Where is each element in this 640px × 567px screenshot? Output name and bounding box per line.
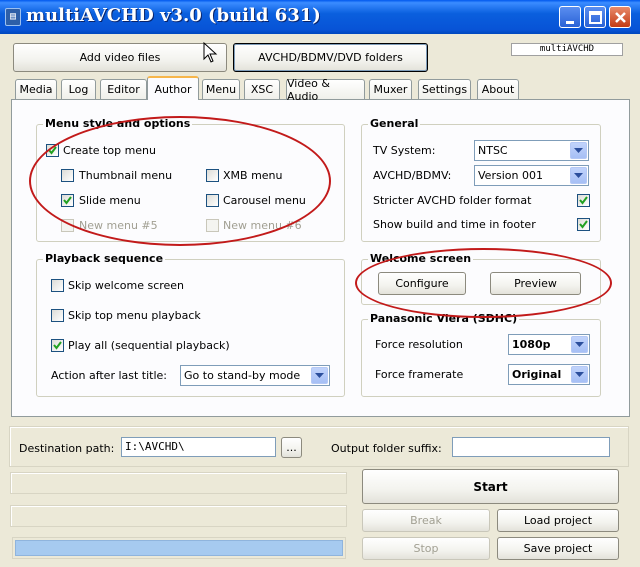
- tab-muxer[interactable]: Muxer: [369, 79, 412, 99]
- panasonic-viera-group: Panasonic Viera (SDHC): [361, 312, 601, 397]
- action-after-select[interactable]: Go to stand-by mode: [180, 365, 330, 386]
- film-icon[interactable]: ▤: [5, 8, 21, 26]
- tab-xsc[interactable]: XSC: [244, 79, 280, 99]
- break-button[interactable]: Break: [362, 509, 490, 532]
- avchd-bdmv-select[interactable]: Version 001: [474, 165, 589, 186]
- tv-system-value: NTSC: [478, 144, 508, 157]
- stricter-format-checkbox[interactable]: [577, 194, 590, 207]
- chevron-down-icon[interactable]: [311, 367, 328, 384]
- force-framerate-label: Force framerate: [375, 368, 464, 381]
- status-panel: [10, 505, 347, 527]
- save-project-button[interactable]: Save project: [497, 537, 619, 560]
- browse-button[interactable]: ...: [281, 437, 302, 458]
- chevron-down-icon[interactable]: [571, 366, 588, 383]
- check-icon: [579, 220, 588, 229]
- mouse-cursor-icon: [203, 42, 218, 63]
- skip-top-menu-label: Skip top menu playback: [68, 309, 201, 322]
- group-title: Playback sequence: [43, 252, 166, 265]
- avchd-bdmv-value: Version 001: [478, 169, 543, 182]
- tab-media[interactable]: Media: [15, 79, 57, 99]
- close-button[interactable]: [609, 6, 631, 28]
- check-icon: [579, 196, 588, 205]
- avchd-bdmv-label: AVCHD/BDMV:: [373, 169, 452, 182]
- stricter-format-label: Stricter AVCHD folder format: [373, 194, 532, 207]
- tab-author[interactable]: Author: [147, 76, 199, 100]
- start-button[interactable]: Start: [362, 469, 619, 504]
- group-title: General: [368, 117, 421, 130]
- output-suffix-label: Output folder suffix:: [331, 442, 442, 455]
- force-framerate-value: Original: [512, 368, 562, 381]
- tab-editor[interactable]: Editor: [100, 79, 147, 99]
- progress-bar: [12, 537, 346, 559]
- destination-path-label: Destination path:: [19, 442, 115, 455]
- stop-button[interactable]: Stop: [362, 537, 490, 560]
- add-video-files-button[interactable]: Add video files: [13, 43, 227, 72]
- chevron-down-icon[interactable]: [571, 336, 588, 353]
- show-build-checkbox[interactable]: [577, 218, 590, 231]
- brand-label: multiAVCHD: [511, 43, 623, 56]
- tab-log[interactable]: Log: [61, 79, 96, 99]
- tab-menu[interactable]: Menu: [202, 79, 240, 99]
- load-project-button[interactable]: Load project: [497, 509, 619, 532]
- force-resolution-value: 1080p: [512, 338, 551, 351]
- annotation-ellipse: [355, 248, 612, 318]
- status-panel: [10, 472, 347, 494]
- skip-top-menu-checkbox[interactable]: [51, 309, 64, 322]
- chevron-down-icon[interactable]: [570, 167, 587, 184]
- minimize-icon: [566, 21, 574, 24]
- destination-path-input[interactable]: I:\AVCHD\: [121, 437, 276, 457]
- maximize-icon: [589, 11, 602, 24]
- avchd-folders-button[interactable]: AVCHD/BDMV/DVD folders: [233, 43, 428, 72]
- tv-system-label: TV System:: [373, 144, 436, 157]
- tab-about[interactable]: About: [477, 79, 519, 99]
- minimize-button[interactable]: [559, 6, 581, 28]
- tab-video-audio[interactable]: Video & Audio: [286, 77, 365, 103]
- action-after-value: Go to stand-by mode: [184, 369, 301, 382]
- force-resolution-select[interactable]: 1080p: [508, 334, 590, 355]
- annotation-ellipse: [29, 116, 331, 246]
- progress-fill: [15, 540, 343, 556]
- check-icon: [53, 341, 62, 350]
- window-title: multiAVCHD v3.0 (build 631): [26, 5, 321, 26]
- chevron-down-icon[interactable]: [570, 142, 587, 159]
- force-framerate-select[interactable]: Original: [508, 364, 590, 385]
- tv-system-select[interactable]: NTSC: [474, 140, 589, 161]
- output-suffix-input[interactable]: [452, 437, 610, 457]
- show-build-label: Show build and time in footer: [373, 218, 536, 231]
- close-icon: [615, 12, 626, 23]
- action-after-label: Action after last title:: [51, 369, 168, 382]
- skip-welcome-checkbox[interactable]: [51, 279, 64, 292]
- tab-settings[interactable]: Settings: [418, 79, 471, 99]
- play-all-checkbox[interactable]: [51, 339, 64, 352]
- force-resolution-label: Force resolution: [375, 338, 463, 351]
- skip-welcome-label: Skip welcome screen: [68, 279, 185, 292]
- play-all-label: Play all (sequential playback): [68, 339, 230, 352]
- maximize-button[interactable]: [584, 6, 606, 28]
